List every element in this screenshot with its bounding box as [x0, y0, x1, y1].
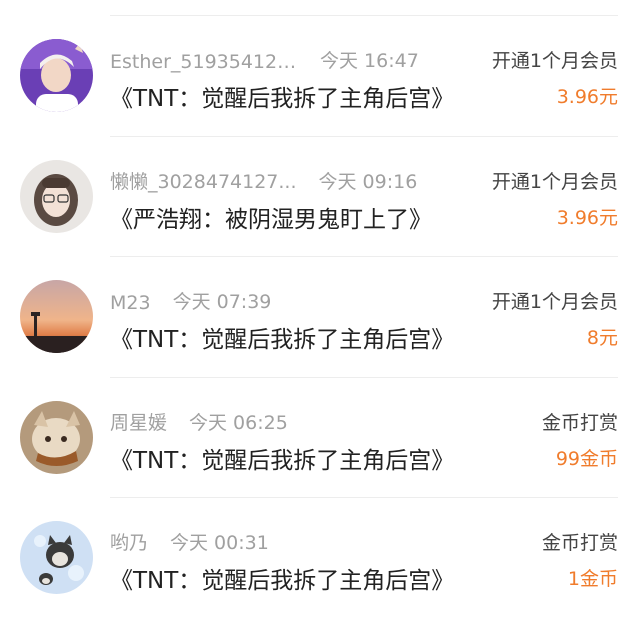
purchase-type: 金币打赏	[541, 532, 618, 554]
record-time: 今天 07:39	[172, 291, 272, 313]
list-item[interactable]: M23 今天 07:39 《TNT：觉醒后我拆了主角后宫》 开通1个月会员 8元	[20, 257, 618, 378]
purchase-list: Esther_519354128... 今天 16:47 《TNT：觉醒后我拆了主…	[0, 16, 640, 618]
user-name: 哟乃	[110, 532, 149, 554]
purchase-type: 开通1个月会员	[491, 291, 618, 313]
book-title: 《TNT：觉醒后我拆了主角后宫》	[110, 568, 455, 594]
record-time: 今天 16:47	[320, 50, 419, 72]
purchase-amount: 1金币	[567, 568, 618, 590]
purchase-amount: 3.96元	[556, 206, 618, 229]
user-name: M23	[110, 292, 151, 314]
book-title: 《TNT：觉醒后我拆了主角后宫》	[110, 447, 455, 474]
purchase-type: 开通1个月会员	[491, 170, 618, 193]
avatar[interactable]	[20, 39, 93, 112]
purchase-type: 金币打赏	[541, 411, 618, 434]
user-name: 周星媛	[110, 411, 168, 434]
book-title: 《严浩翔：被阴湿男鬼盯上了》	[110, 206, 432, 233]
list-item[interactable]: 哟乃 今天 00:31 《TNT：觉醒后我拆了主角后宫》 金币打赏 1金币	[20, 498, 618, 618]
purchase-amount: 8元	[586, 327, 618, 349]
purchase-amount: 99金币	[555, 447, 618, 470]
purchase-type: 开通1个月会员	[491, 50, 618, 72]
list-item[interactable]: 懒懒_3028474127... 今天 09:16 《严浩翔：被阴湿男鬼盯上了》 …	[20, 137, 618, 257]
record-time: 今天 06:25	[189, 411, 288, 434]
avatar[interactable]	[20, 159, 93, 233]
record-meta: 周星媛 今天 06:25	[110, 408, 288, 435]
list-item[interactable]: Esther_519354128... 今天 16:47 《TNT：觉醒后我拆了主…	[20, 16, 618, 137]
list-item[interactable]: 周星媛 今天 06:25 《TNT：觉醒后我拆了主角后宫》 金币打赏 99金币	[20, 378, 618, 498]
record-meta: M23 今天 07:39	[110, 287, 271, 314]
record-meta: 哟乃 今天 00:31	[110, 528, 269, 555]
record-meta: 懒懒_3028474127... 今天 09:16	[110, 167, 417, 194]
book-title: 《TNT：觉醒后我拆了主角后宫》	[110, 86, 455, 112]
purchase-amount: 3.96元	[556, 86, 618, 108]
record-time: 今天 09:16	[318, 170, 418, 193]
user-name: Esther_519354128...	[110, 51, 298, 73]
avatar[interactable]	[20, 400, 93, 474]
avatar[interactable]	[20, 521, 93, 594]
record-time: 今天 00:31	[170, 532, 269, 554]
avatar[interactable]	[20, 280, 93, 353]
book-title: 《TNT：觉醒后我拆了主角后宫》	[110, 327, 455, 353]
record-meta: Esther_519354128... 今天 16:47	[110, 46, 419, 73]
user-name: 懒懒_3028474127...	[110, 170, 297, 193]
